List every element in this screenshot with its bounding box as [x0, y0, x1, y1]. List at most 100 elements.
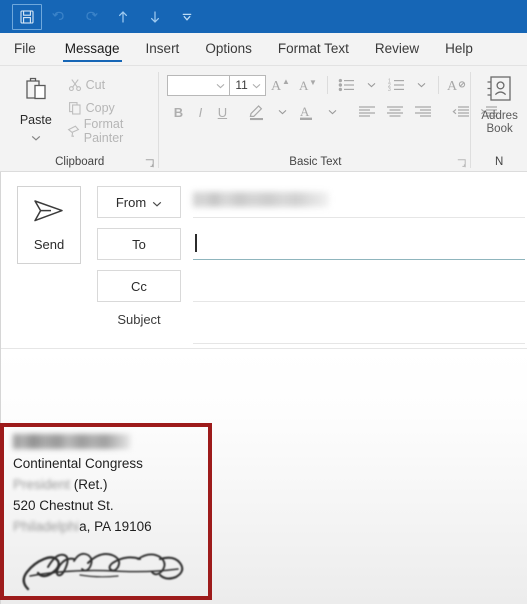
tab-help-label: Help: [445, 41, 473, 56]
svg-text:A: A: [299, 78, 309, 93]
svg-text:A: A: [447, 79, 458, 94]
font-name-input[interactable]: [167, 74, 231, 96]
cut-button[interactable]: Cut: [64, 73, 160, 96]
align-center-icon[interactable]: [381, 101, 409, 124]
numbering-icon[interactable]: 1 2 3: [383, 74, 411, 97]
title-bar: [0, 0, 527, 33]
svg-text:▲: ▲: [282, 77, 290, 86]
align-left-icon[interactable]: [353, 101, 381, 124]
italic-glyph: I: [198, 104, 203, 120]
move-up-icon[interactable]: [108, 4, 138, 30]
address-book-label-line1: Addres: [481, 110, 518, 122]
from-field-underline: [193, 217, 525, 218]
bullets-icon[interactable]: [333, 74, 361, 97]
italic-icon[interactable]: I: [189, 101, 211, 124]
from-field[interactable]: [191, 186, 527, 218]
tab-insert[interactable]: Insert: [133, 32, 193, 65]
tab-message-label: Message: [64, 41, 120, 56]
ribbon-tab-strip: File Message Insert Options Format Text …: [0, 33, 527, 66]
format-painter-label: Format Painter: [83, 116, 124, 145]
paste-label: Paste: [19, 113, 52, 127]
to-label: To: [132, 236, 146, 252]
font-color-icon[interactable]: A: [293, 101, 321, 124]
highlight-dropdown-icon[interactable]: [271, 101, 293, 124]
font-size-value: 11: [235, 78, 248, 92]
basic-text-group-label: Basic Text: [289, 156, 342, 168]
cc-field-underline: [193, 301, 525, 302]
chevron-down-icon[interactable]: [152, 195, 162, 210]
chevron-down-icon[interactable]: [172, 4, 202, 30]
paste-button[interactable]: Paste: [12, 71, 60, 146]
send-label: Send: [33, 237, 65, 252]
tab-file[interactable]: File: [0, 32, 52, 65]
format-painter-button[interactable]: Format Painter: [64, 116, 160, 145]
subject-label: Subject: [117, 312, 161, 327]
font-size-input[interactable]: 11: [230, 74, 266, 96]
redacted-email-address: [193, 192, 329, 207]
shrink-font-icon[interactable]: A ▼: [294, 74, 322, 97]
clear-formatting-icon[interactable]: A: [443, 74, 471, 97]
cc-field[interactable]: [191, 270, 527, 302]
undo-icon[interactable]: [44, 4, 74, 30]
address-book-icon: [484, 73, 516, 110]
tab-format-text[interactable]: Format Text: [265, 32, 362, 65]
font-color-dropdown-icon[interactable]: [321, 101, 343, 124]
tab-options[interactable]: Options: [192, 32, 265, 65]
scissors-icon: [64, 78, 86, 92]
from-button[interactable]: From: [97, 186, 181, 218]
send-button[interactable]: Send: [17, 186, 81, 264]
basic-text-dialog-launcher-icon[interactable]: [457, 159, 467, 168]
tab-options-label: Options: [205, 41, 252, 56]
align-right-icon[interactable]: [409, 101, 437, 124]
active-tab-indicator: [62, 59, 122, 62]
to-field[interactable]: [191, 228, 527, 260]
svg-text:A: A: [271, 79, 282, 94]
send-icon: [32, 198, 66, 229]
chevron-down-icon[interactable]: [252, 78, 261, 92]
bold-glyph: B: [173, 104, 184, 120]
ribbon: Paste Cut Copy Format Painter Clipboard …: [0, 66, 527, 172]
clipboard-group-label: Clipboard: [55, 156, 105, 168]
numbering-dropdown-icon[interactable]: [411, 74, 433, 97]
copy-icon: [64, 101, 86, 115]
subject-field[interactable]: [191, 312, 527, 344]
to-button[interactable]: To: [97, 228, 181, 260]
tab-review[interactable]: Review: [362, 32, 432, 65]
tab-insert-label: Insert: [145, 41, 180, 56]
underline-icon[interactable]: U: [211, 101, 233, 124]
format-painter-icon: [64, 124, 84, 138]
clipboard-dialog-launcher-icon[interactable]: [145, 159, 155, 168]
chevron-down-icon[interactable]: [31, 128, 41, 146]
clipboard-icon: [19, 73, 53, 112]
ribbon-group-names: Addres Book N: [471, 66, 527, 172]
highlight-icon[interactable]: [243, 101, 271, 124]
ribbon-group-clipboard: Paste Cut Copy Format Painter Clipboard: [0, 66, 160, 172]
move-down-icon[interactable]: [140, 4, 170, 30]
divider: [326, 76, 328, 94]
ribbon-group-names-label-wrap: N: [471, 152, 527, 172]
outlook-compose-window: File Message Insert Options Format Text …: [0, 0, 527, 604]
copy-label: Copy: [85, 100, 115, 115]
bold-icon[interactable]: B: [167, 101, 189, 124]
grow-font-icon[interactable]: A ▲: [266, 74, 294, 97]
chevron-down-icon[interactable]: [216, 76, 225, 94]
redo-icon[interactable]: [76, 4, 106, 30]
ribbon-group-clipboard-label-wrap: Clipboard: [0, 152, 159, 172]
subject-field-underline: [193, 343, 525, 344]
save-icon[interactable]: [12, 3, 42, 30]
tab-message[interactable]: Message: [52, 32, 133, 65]
cc-label: Cc: [131, 278, 147, 294]
compose-header: Send From To Cc Subject: [0, 172, 527, 348]
address-book-label-line2: Book: [486, 123, 513, 135]
to-field-underline: [193, 258, 525, 260]
tab-format-text-label: Format Text: [277, 41, 349, 56]
underline-glyph: U: [217, 104, 228, 120]
bullets-dropdown-icon[interactable]: [361, 74, 383, 97]
tab-review-label: Review: [374, 41, 420, 56]
address-book-button[interactable]: Addres Book: [481, 71, 518, 136]
cut-label: Cut: [85, 77, 106, 92]
svg-text:3: 3: [388, 87, 391, 93]
divider: [437, 76, 439, 94]
cc-button[interactable]: Cc: [97, 270, 181, 302]
tab-help[interactable]: Help: [432, 32, 486, 65]
